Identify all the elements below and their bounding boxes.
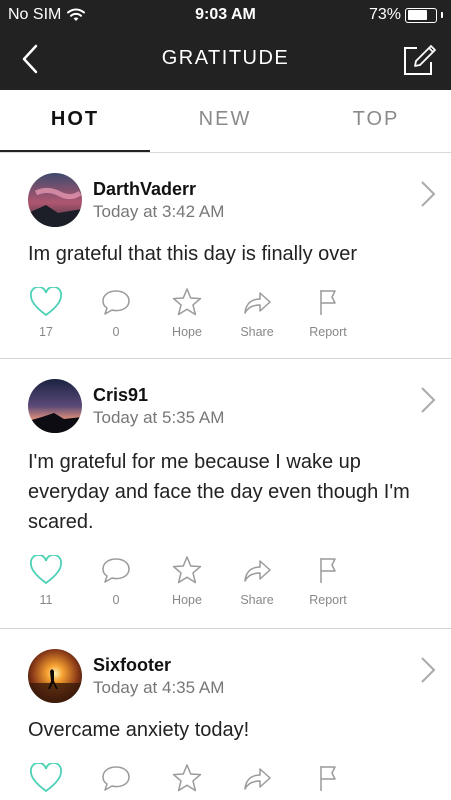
- star-icon: [172, 288, 202, 316]
- post-actions: 11 0 Hope Share Report: [0, 555, 451, 611]
- avatar[interactable]: [28, 173, 82, 227]
- speech-bubble-icon: [102, 290, 130, 315]
- post-time: Today at 5:35 AM: [93, 408, 225, 427]
- speech-bubble-icon: [102, 558, 130, 583]
- avatar[interactable]: [28, 379, 82, 433]
- chevron-right-icon[interactable]: [419, 385, 437, 415]
- like-button[interactable]: [11, 763, 81, 793]
- share-button[interactable]: Share: [222, 287, 292, 339]
- tab-top[interactable]: TOP: [301, 90, 451, 152]
- hope-button[interactable]: Hope: [152, 555, 222, 607]
- flag-icon: [320, 766, 336, 791]
- comment-button[interactable]: 0: [81, 287, 151, 339]
- nav-bar: GRATITUDE: [0, 30, 451, 90]
- like-count: 17: [39, 325, 53, 339]
- hope-label: Hope: [172, 593, 202, 607]
- star-icon: [172, 556, 202, 584]
- report-button[interactable]: Report: [293, 287, 363, 339]
- share-arrow-icon: [244, 768, 271, 790]
- share-button[interactable]: Share: [222, 555, 292, 607]
- like-count: 11: [39, 593, 53, 607]
- top-bar: No SIM 9:03 AM 73% GRATITUDE: [0, 0, 451, 90]
- battery-group: 73%: [369, 6, 443, 24]
- post-text: Im grateful that this day is finally ove…: [28, 243, 358, 265]
- comment-button[interactable]: 0: [81, 555, 151, 607]
- heart-icon: [29, 287, 63, 317]
- post-actions: [0, 763, 451, 800]
- flag-icon: [320, 290, 336, 315]
- post-time: Today at 4:35 AM: [93, 678, 225, 697]
- report-label: Report: [309, 593, 347, 607]
- status-bar: No SIM 9:03 AM 73%: [0, 0, 451, 30]
- hope-label: Hope: [172, 325, 202, 339]
- page-title: GRATITUDE: [161, 47, 290, 69]
- username[interactable]: Sixfooter: [93, 655, 171, 676]
- hope-button[interactable]: [152, 763, 222, 793]
- speech-bubble-icon: [102, 766, 130, 791]
- comment-count: 0: [112, 325, 120, 339]
- like-button[interactable]: 11: [11, 555, 81, 607]
- star-icon: [172, 764, 202, 792]
- flag-icon: [320, 558, 336, 583]
- username[interactable]: DarthVaderr: [93, 179, 196, 200]
- post-card[interactable]: Sixfooter Today at 4:35 AM Overcame anxi…: [0, 629, 451, 800]
- tab-new[interactable]: NEW: [150, 90, 300, 152]
- post-actions: 17 0 Hope Share Report: [0, 287, 451, 343]
- post-text: Overcame anxiety today!: [28, 719, 250, 741]
- comment-button[interactable]: [81, 763, 151, 793]
- hope-button[interactable]: Hope: [152, 287, 222, 339]
- battery-percent: 73%: [368, 6, 401, 23]
- post-card[interactable]: Cris91 Today at 5:35 AM I'm grateful for…: [0, 359, 451, 629]
- compose-icon[interactable]: [401, 42, 437, 78]
- battery-icon: [405, 7, 437, 23]
- share-label: Share: [240, 325, 274, 339]
- battery-tip: [441, 12, 443, 18]
- post-text: I'm grateful for me because I wake up ev…: [28, 451, 410, 533]
- chevron-right-icon[interactable]: [419, 655, 437, 685]
- chevron-right-icon[interactable]: [419, 179, 437, 209]
- username[interactable]: Cris91: [93, 385, 148, 406]
- heart-icon: [29, 555, 63, 585]
- heart-icon: [29, 763, 63, 793]
- share-button[interactable]: [222, 763, 292, 793]
- report-button[interactable]: [293, 763, 363, 793]
- report-button[interactable]: Report: [293, 555, 363, 607]
- post-card[interactable]: DarthVaderr Today at 3:42 AM Im grateful…: [0, 153, 451, 359]
- share-arrow-icon: [244, 560, 271, 582]
- share-label: Share: [240, 593, 274, 607]
- avatar[interactable]: [28, 649, 82, 703]
- report-label: Report: [309, 325, 347, 339]
- feed-tabs: HOT NEW TOP: [0, 90, 451, 153]
- tab-hot[interactable]: HOT: [0, 90, 150, 152]
- like-button[interactable]: 17: [11, 287, 81, 339]
- comment-count: 0: [112, 593, 120, 607]
- share-arrow-icon: [244, 292, 271, 314]
- post-time: Today at 3:42 AM: [93, 202, 225, 221]
